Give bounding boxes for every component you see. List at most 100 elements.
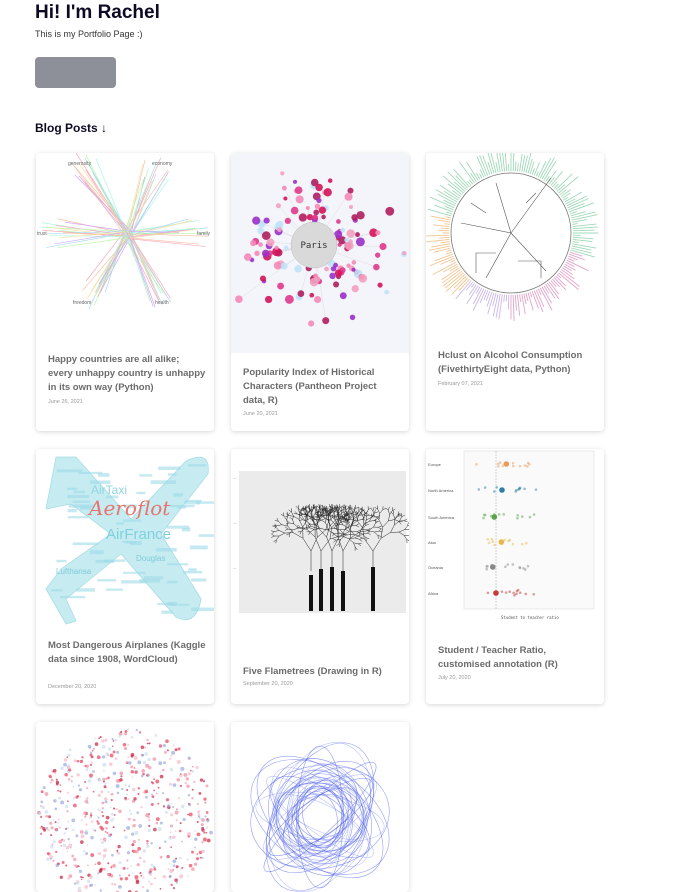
thumb-node: [68, 821, 70, 823]
thumb-node: [148, 880, 150, 882]
thumb-word-airtaxi: AirTaxi: [91, 483, 127, 497]
blog-card-title[interactable]: Most Dangerous Airplanes (Kaggle data si…: [48, 639, 206, 667]
thumb-node: [104, 785, 107, 788]
thumb-word-douglas: Douglas: [136, 554, 165, 563]
thumb-mean: [499, 487, 505, 493]
thumb-dot: [276, 203, 281, 208]
blog-card-happy-countries[interactable]: generosity economy trust family freedom …: [36, 153, 214, 431]
blog-card-title[interactable]: Five Flametrees (Drawing in R): [243, 665, 401, 679]
thumb-dot: [306, 206, 310, 210]
thumb-node: [170, 813, 173, 816]
thumb-node: [191, 797, 193, 799]
svg-text:—: —: [233, 566, 237, 570]
thumb-word: [167, 581, 177, 584]
thumb-node: [152, 795, 155, 798]
thumb-point: [519, 465, 522, 468]
thumb-node: [179, 830, 182, 833]
blog-card-student-teacher[interactable]: Europe North America South America Asia …: [426, 449, 604, 704]
thumb-dot: [285, 295, 294, 304]
thumb-node: [45, 792, 49, 796]
thumb-node: [169, 768, 173, 772]
thumb-node: [170, 755, 172, 757]
thumb-dot: [264, 218, 270, 224]
thumb-node: [73, 797, 75, 799]
blog-card-date: December 20, 2020: [48, 684, 96, 690]
thumb-node: [88, 745, 92, 749]
thumb-node: [170, 836, 172, 838]
thumb-dot: [377, 282, 382, 287]
blog-card-flametrees[interactable]: ——— Five Flametrees (Drawing in R) Septe…: [231, 449, 409, 704]
thumb-word: [167, 602, 177, 606]
thumb-node: [83, 811, 87, 815]
blog-card-flower[interactable]: [231, 722, 409, 892]
blog-card-title[interactable]: Popularity Index of Historical Character…: [243, 366, 401, 408]
thumb-dot: [384, 290, 389, 295]
thumb-node: [131, 736, 133, 738]
thumb-node: [62, 839, 65, 842]
thumb-node: [58, 818, 60, 820]
thumb-node: [98, 794, 101, 797]
thumb-node: [53, 799, 56, 802]
thumb-node: [81, 834, 85, 838]
thumb-node: [186, 858, 188, 860]
thumb-node: [124, 747, 127, 750]
thumb-node: [191, 851, 194, 854]
blog-card-title[interactable]: Happy countries are all alike; every unh…: [48, 353, 206, 395]
thumb-node: [53, 769, 57, 773]
thumb-dot: [262, 250, 269, 257]
thumb-node: [170, 846, 172, 848]
thumb-node: [176, 865, 179, 868]
thumb-node: [119, 874, 121, 876]
thumb-node: [187, 875, 189, 877]
thumb-node: [139, 872, 141, 874]
thumb-dot: [355, 232, 360, 237]
thumb-node: [106, 816, 110, 820]
resume-button[interactable]: [35, 57, 116, 88]
thumb-node: [102, 778, 105, 781]
thumb-node: [66, 851, 68, 853]
thumb-node: [102, 755, 105, 758]
blog-card-title[interactable]: Hclust on Alcohol Consumption (Fivethirt…: [438, 349, 596, 377]
thumb-node: [84, 800, 86, 802]
thumb-node: [103, 848, 107, 852]
thumb-node: [45, 815, 48, 818]
thumb-dot: [349, 205, 353, 209]
blog-card-title[interactable]: Student / Teacher Ratio, customised anno…: [438, 644, 596, 672]
thumb-node: [119, 778, 122, 781]
thumb-node: [46, 827, 49, 830]
thumb-node: [78, 887, 82, 891]
thumb-node: [113, 807, 115, 809]
thumb-word: [199, 534, 214, 537]
blog-card-pantheon[interactable]: Paris Popularity Index of Historical Cha…: [231, 153, 409, 431]
thumb-dot: [402, 251, 406, 255]
thumb-dot: [294, 265, 301, 272]
blog-section-heading: Blog Posts ↓: [35, 121, 107, 135]
thumb-node: [85, 830, 88, 833]
thumb-node: [55, 821, 57, 823]
thumb-point: [495, 486, 498, 489]
thumb-node: [47, 829, 49, 831]
thumb-dot: [352, 260, 357, 265]
thumb-dot: [277, 283, 284, 290]
blog-card-network[interactable]: [36, 722, 214, 892]
blog-card-hclust[interactable]: Hclust on Alcohol Consumption (Fivethirt…: [426, 153, 604, 431]
blog-card-thumbnail: Paris: [231, 153, 409, 353]
thumb-node: [128, 761, 132, 765]
thumb-node: [96, 820, 98, 822]
thumb-point: [501, 465, 504, 468]
thumb-word: [106, 589, 123, 591]
thumb-node: [53, 840, 56, 843]
blog-card-airplanes[interactable]: Aeroflot AirFrance AirTaxi Lufthansa Dou…: [36, 449, 214, 704]
thumb-node: [105, 831, 107, 833]
page-title: Hi! I'm Rachel: [35, 2, 160, 24]
thumb-node: [102, 745, 106, 749]
thumb-node: [131, 770, 135, 774]
thumb-node: [134, 771, 137, 774]
thumb-node: [64, 773, 67, 776]
thumb-word: [123, 572, 145, 574]
thumb-node: [117, 845, 120, 848]
thumb-label-trust: trust: [37, 231, 47, 237]
thumb-node: [71, 776, 73, 778]
thumb-node: [67, 827, 69, 829]
thumb-dot: [328, 178, 333, 183]
